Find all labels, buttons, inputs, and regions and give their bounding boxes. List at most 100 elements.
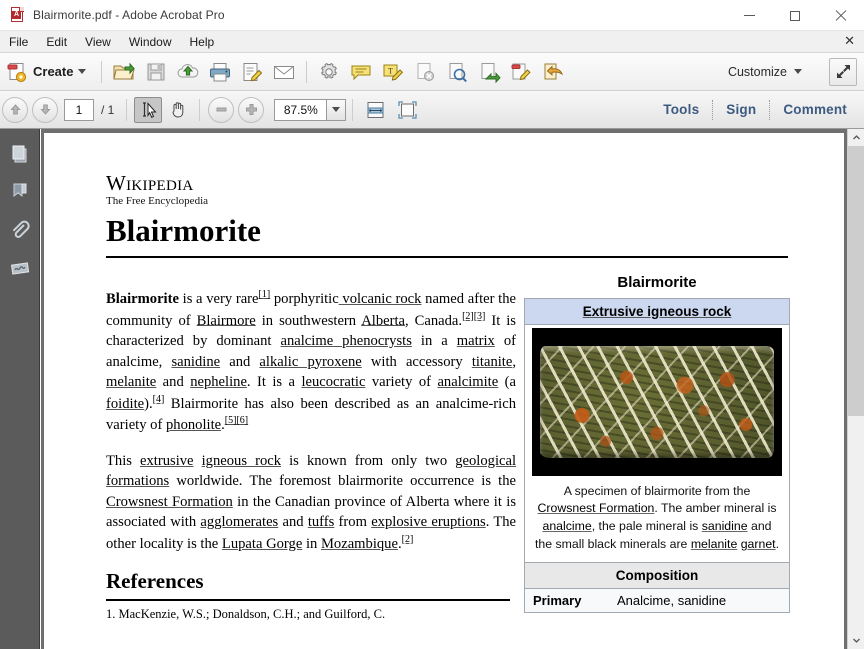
link-lupata-gorge[interactable]: Lupata Gorge [222, 536, 302, 552]
menu-item-edit[interactable]: Edit [37, 33, 76, 51]
reference-list-item: 1. MacKenzie, W.S.; Donaldson, C.H.; and… [106, 607, 386, 622]
reject-page-button[interactable] [410, 57, 440, 87]
link-mozambique[interactable]: Mozambique [321, 536, 398, 552]
zoom-in-button[interactable] [238, 96, 265, 123]
link-crowsnest-formation[interactable]: Crowsnest Formation [106, 494, 233, 510]
menu-item-view[interactable]: View [76, 33, 120, 51]
link-phonolite[interactable]: phonolite [166, 417, 221, 433]
settings-gear-button[interactable] [314, 57, 344, 87]
citation-1[interactable]: [1] [259, 289, 271, 300]
scroll-down-button[interactable] [848, 632, 864, 649]
link-garnet-caption[interactable]: garnet [741, 537, 776, 551]
fit-width-button[interactable] [360, 95, 390, 125]
share-button[interactable] [538, 57, 568, 87]
zoom-dropdown-button[interactable] [326, 98, 347, 121]
close-button[interactable] [818, 0, 864, 31]
email-button[interactable] [269, 57, 299, 87]
customize-menu[interactable]: Customize [722, 61, 808, 83]
mode-buttons: Tools Sign Comment [650, 98, 860, 121]
expand-toolbar-button[interactable] [829, 57, 857, 86]
hand-tool-button[interactable] [164, 97, 192, 123]
previous-page-button[interactable] [2, 96, 28, 123]
fit-page-button[interactable] [392, 95, 422, 125]
link-extrusive-igneous-rock[interactable]: Extrusive igneous rock [583, 304, 732, 319]
select-text-cursor-icon [142, 102, 157, 118]
citation-2-3[interactable]: [2][3] [462, 311, 485, 322]
menu-item-window[interactable]: Window [120, 33, 181, 51]
zoom-out-button[interactable] [208, 96, 235, 123]
scroll-up-button[interactable] [848, 129, 864, 146]
sidebar-item-bookmarks[interactable] [3, 173, 37, 211]
link-alkalic-pyroxene[interactable]: alkalic pyroxene [259, 354, 361, 370]
term-blairmorite: Blairmorite [106, 291, 179, 307]
article-body: Blairmorite is a very rare[1] porphyriti… [106, 274, 516, 623]
pdf-page-viewport[interactable]: Wikipedia The Free Encyclopedia Blairmor… [41, 129, 847, 649]
link-explosive-eruptions[interactable]: explosive eruptions [371, 514, 486, 530]
stamp-search-button[interactable] [442, 57, 472, 87]
link-melanite[interactable]: melanite [106, 374, 156, 390]
scrollbar-thumb[interactable] [848, 146, 864, 416]
comment-button[interactable]: Comment [770, 98, 860, 121]
link-sanidine[interactable]: sanidine [171, 354, 220, 370]
link-agglomerates[interactable]: agglomerates [200, 514, 278, 530]
next-page-button[interactable] [32, 96, 58, 123]
link-tuffs[interactable]: tuffs [308, 514, 335, 530]
link-crowsnest-formation-caption[interactable]: Crowsnest Formation [538, 501, 655, 515]
sign-document-button[interactable] [237, 57, 267, 87]
citation-5-6[interactable]: [5][6] [225, 415, 248, 426]
create-pdf-button[interactable]: Create [1, 58, 94, 86]
link-melanite-caption[interactable]: melanite [691, 537, 737, 551]
composition-key: Primary [533, 592, 582, 608]
link-matrix[interactable]: matrix [457, 333, 495, 349]
sidebar-item-signatures[interactable] [3, 249, 37, 287]
infobox-title: Blairmorite [617, 273, 697, 291]
edit-pdf-button[interactable] [506, 57, 536, 87]
pdf-page: Wikipedia The Free Encyclopedia Blairmor… [44, 133, 844, 649]
open-file-icon [113, 62, 136, 79]
upload-cloud-button[interactable] [173, 57, 203, 87]
zoom-in-plus-icon [245, 104, 257, 115]
menu-item-help[interactable]: Help [181, 33, 224, 51]
minimize-button[interactable] [726, 0, 772, 31]
sign-button[interactable]: Sign [713, 98, 769, 121]
sidebar-item-page-thumbnails[interactable] [3, 135, 37, 173]
text: and [278, 514, 308, 531]
maximize-button[interactable] [772, 0, 818, 31]
export-green-button[interactable] [474, 57, 504, 87]
link-alberta[interactable]: Alberta [361, 312, 405, 328]
open-file-button[interactable] [109, 57, 139, 87]
link-igneous-rock[interactable]: igneous rock [202, 453, 281, 469]
add-text-comment-button[interactable]: T [378, 57, 408, 87]
vertical-scrollbar[interactable] [847, 129, 864, 649]
close-document-icon[interactable]: ✕ [844, 33, 855, 49]
composition-value: Analcime, sanidine [617, 592, 727, 608]
link-volcanic-rock[interactable]: volcanic rock [339, 291, 421, 307]
print-button[interactable] [205, 57, 235, 87]
zoom-level-input[interactable]: 87.5% [274, 98, 327, 121]
citation-2b[interactable]: [2] [402, 534, 414, 545]
link-analcime-caption[interactable]: analcime [542, 519, 591, 533]
link-nepheline[interactable]: nepheline [190, 374, 247, 390]
blairmorite-rock-specimen-image[interactable] [532, 327, 782, 476]
link-leucocratic[interactable]: leucocratic [301, 374, 365, 390]
arrow-up-icon [9, 104, 21, 115]
page-number-input[interactable]: 1 [64, 98, 94, 121]
signature-pen-icon [10, 262, 29, 275]
tools-button[interactable]: Tools [650, 98, 712, 121]
comment-bubble-button[interactable] [346, 57, 376, 87]
link-analcimite[interactable]: analcimite [437, 374, 498, 390]
select-tool-button[interactable] [134, 96, 163, 123]
link-analcime-phenocrysts[interactable]: analcime phenocrysts [281, 333, 412, 349]
text: ). [144, 395, 153, 412]
menu-item-file[interactable]: File [0, 33, 37, 51]
link-sanidine-caption[interactable]: sanidine [702, 519, 748, 533]
citation-4[interactable]: [4] [153, 394, 165, 405]
save-file-button[interactable] [141, 57, 171, 87]
link-extrusive[interactable]: extrusive [140, 453, 194, 469]
link-titanite[interactable]: titanite [472, 354, 513, 370]
link-foidite[interactable]: foidite [106, 396, 144, 412]
link-blairmore[interactable]: Blairmore [197, 312, 256, 328]
text: (a [498, 374, 516, 391]
infobox-composition-header: Composition [525, 561, 789, 589]
sidebar-item-attachments[interactable] [3, 211, 37, 249]
